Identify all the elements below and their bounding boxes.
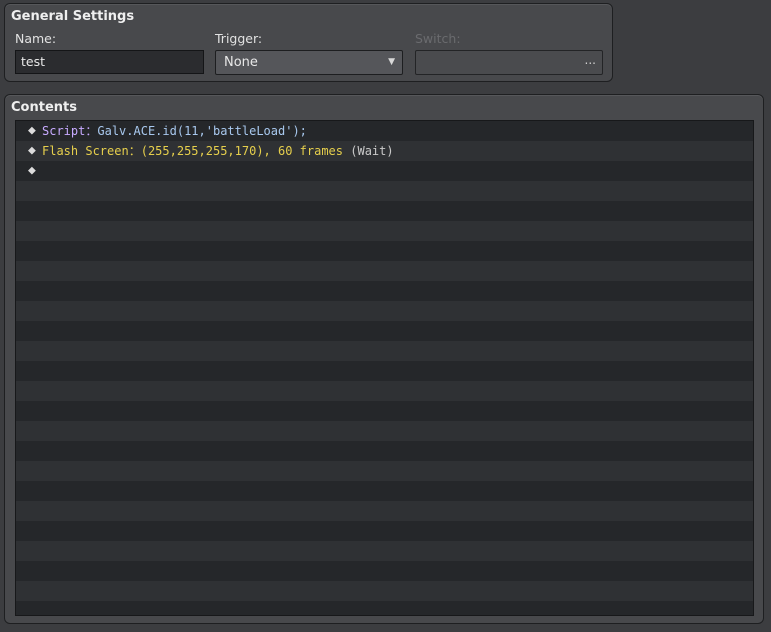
ellipsis-icon[interactable]: ...	[585, 53, 596, 67]
contents-title: Contents	[11, 100, 77, 115]
trigger-select[interactable]: None ▼	[215, 50, 403, 75]
command-diamond-icon: ◆	[28, 143, 36, 158]
switch-label: Switch:	[415, 31, 461, 46]
general-settings-group: General Settings Name: test Trigger: Non…	[4, 3, 613, 82]
command-diamond-icon: ◆	[28, 163, 36, 178]
name-field[interactable]: test	[15, 50, 204, 74]
trigger-value: None	[224, 55, 258, 70]
trigger-label: Trigger:	[215, 31, 263, 46]
command-name: Flash Screen	[42, 144, 129, 158]
switch-select[interactable]: ...	[415, 50, 603, 75]
command-args: (255,255,255,170), 60 frames	[140, 144, 344, 158]
event-command-list[interactable]: ◆ Script：Galv.ACE.id(11,'battleLoad'); ◆…	[15, 120, 754, 616]
command-separator: ：	[85, 124, 98, 138]
name-label: Name:	[15, 31, 57, 46]
command-diamond-icon: ◆	[28, 123, 36, 138]
command-args: Galv.ACE.id(11,'battleLoad');	[97, 124, 307, 138]
command-wait: (Wait)	[343, 144, 394, 158]
command-separator: ：	[128, 144, 141, 158]
general-settings-title: General Settings	[11, 9, 135, 24]
dropdown-arrow-icon: ▼	[388, 57, 395, 67]
contents-group: Contents ◆ Script：Galv.ACE.id(11,'battle…	[4, 94, 764, 624]
command-name: Script	[42, 124, 86, 138]
